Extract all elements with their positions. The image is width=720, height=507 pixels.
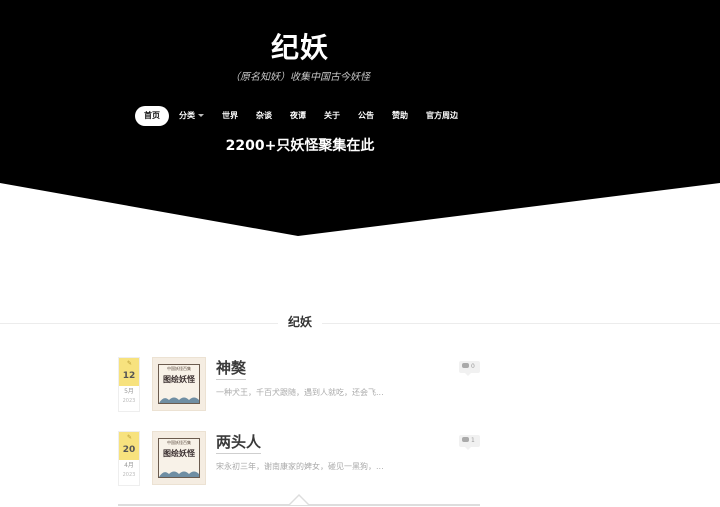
chevron-down-icon — [198, 114, 204, 117]
post-date: ✎ 12 5月 2023 — [118, 357, 140, 412]
post-excerpt: 宋永初三年，谢南康家的婢女，碰见一黑狗，... — [216, 462, 384, 471]
pencil-icon: ✎ — [127, 434, 133, 441]
thumbnail-text: 图绘妖怪 — [163, 375, 195, 384]
post-thumbnail[interactable]: 中国妖怪百集 图绘妖怪 — [152, 431, 206, 485]
post-year: 2023 — [122, 398, 136, 404]
nav-item-about[interactable]: 关于 — [316, 106, 348, 126]
thumbnail-heading: 中国妖怪百集 — [167, 366, 191, 371]
hero-tagline: 2200+只妖怪聚集在此 — [225, 138, 375, 154]
nav-item-announcements[interactable]: 公告 — [350, 106, 382, 126]
post-date: ✎ 20 4月 2023 — [118, 431, 140, 486]
pencil-icon: ✎ — [127, 360, 133, 367]
divider-notch — [290, 496, 308, 505]
nav-item-home[interactable]: 首页 — [135, 106, 169, 126]
post-item: ✎ 20 4月 2023 中国妖怪百集 图绘妖怪 两头人 宋永初三年，谢南康家的… — [118, 431, 480, 493]
wave-decoration — [159, 471, 199, 477]
nav-item-merch[interactable]: 官方周边 — [418, 106, 466, 126]
comment-icon — [462, 363, 469, 368]
post-day: 20 — [122, 445, 136, 455]
post-item: ✎ 12 5月 2023 中国妖怪百集 图绘妖怪 神獒 一种犬王，千百犬跟随，遇… — [118, 357, 480, 419]
comment-count-value: 0 — [471, 363, 475, 370]
wave-decoration — [159, 397, 199, 403]
main-nav: 首页 分类 世界 杂谈 夜谭 关于 公告 赞助 官方周边 — [135, 106, 468, 126]
nav-item-misc[interactable]: 杂谈 — [248, 106, 280, 126]
nav-item-world[interactable]: 世界 — [214, 106, 246, 126]
thumbnail-text: 图绘妖怪 — [163, 449, 195, 458]
nav-item-sponsor[interactable]: 赞助 — [384, 106, 416, 126]
post-day: 12 — [122, 371, 136, 381]
nav-item-category[interactable]: 分类 — [171, 106, 212, 126]
post-title[interactable]: 两头人 — [216, 431, 262, 454]
site-title[interactable]: 纪妖 — [240, 26, 360, 66]
post-year: 2023 — [122, 472, 136, 478]
thumbnail-heading: 中国妖怪百集 — [167, 440, 191, 445]
section-divider — [0, 323, 720, 324]
comment-count[interactable]: 1 — [459, 435, 480, 450]
nav-item-night-tales[interactable]: 夜谭 — [282, 106, 314, 126]
comment-count-value: 1 — [471, 437, 475, 444]
post-month: 4月 — [124, 462, 134, 469]
post-month: 5月 — [124, 388, 134, 395]
comment-icon — [462, 437, 469, 442]
post-title[interactable]: 神獒 — [216, 357, 247, 380]
thumbnail-seal: 中国妖怪百集 图绘妖怪 — [158, 364, 200, 404]
nav-item-category-label: 分类 — [179, 111, 195, 120]
post-thumbnail[interactable]: 中国妖怪百集 图绘妖怪 — [152, 357, 206, 411]
site-subtitle: （原名知妖）收集中国古今妖怪 — [230, 72, 370, 83]
post-excerpt: 一种犬王，千百犬跟随，遇到人就吃，还会飞... — [216, 388, 384, 397]
comment-count[interactable]: 0 — [459, 361, 480, 376]
thumbnail-seal: 中国妖怪百集 图绘妖怪 — [158, 438, 200, 478]
section-title: 纪妖 — [278, 313, 322, 330]
